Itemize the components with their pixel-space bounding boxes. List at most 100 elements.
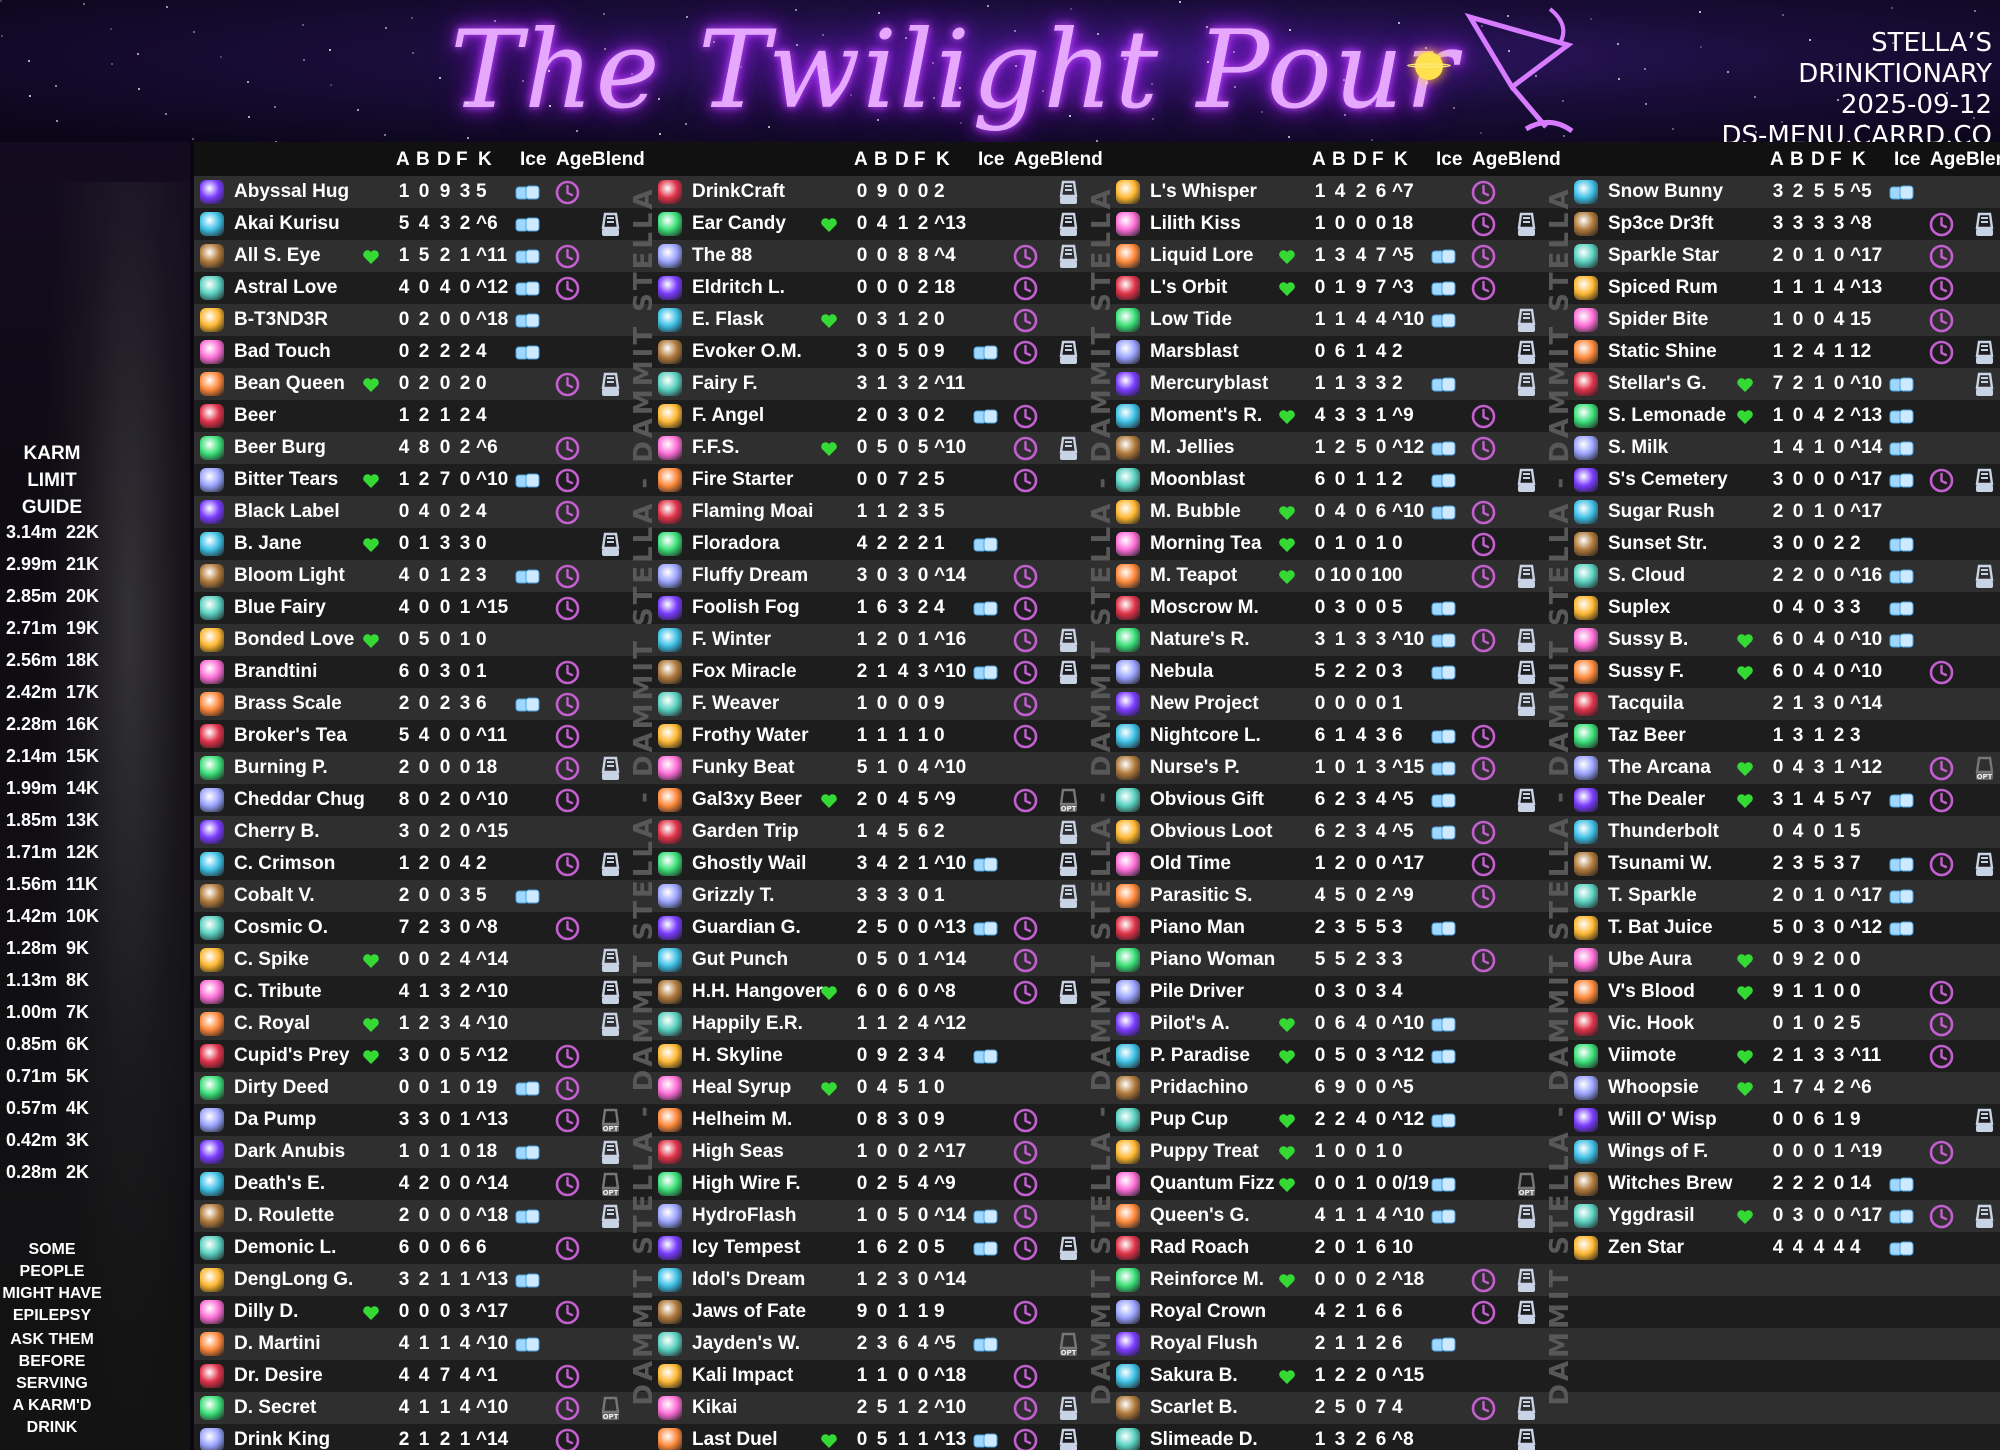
- drink-row[interactable]: Sakura B. 1 2 2 0 ^15: [1110, 1360, 1570, 1392]
- drink-row[interactable]: Kali Impact 1 1 0 0 ^18: [652, 1360, 1112, 1392]
- drink-row[interactable]: Royal Crown 4 2 1 6 6: [1110, 1296, 1570, 1328]
- drink-row[interactable]: Bean Queen 0 2 0 2 0: [194, 368, 654, 400]
- drink-row[interactable]: S. Lemonade 1 0 4 2 ^13: [1568, 400, 2000, 432]
- drink-row[interactable]: D. Roulette 2 0 0 0 ^18: [194, 1200, 654, 1232]
- drink-row[interactable]: Fluffy Dream 3 0 3 0 ^14: [652, 560, 1112, 592]
- drink-row[interactable]: Moment's R. 4 3 3 1 ^9: [1110, 400, 1570, 432]
- drink-row[interactable]: Cherry B. 3 0 2 0 ^15: [194, 816, 654, 848]
- drink-row[interactable]: T. Bat Juice 5 0 3 0 ^12: [1568, 912, 2000, 944]
- drink-row[interactable]: Ube Aura 0 9 2 0 0: [1568, 944, 2000, 976]
- drink-row[interactable]: Astral Love 4 0 4 0 ^12: [194, 272, 654, 304]
- drink-row[interactable]: Jayden's W. 2 3 6 4 ^5 OPT: [652, 1328, 1112, 1360]
- drink-row[interactable]: Dirty Deed 0 0 1 0 19: [194, 1072, 654, 1104]
- drink-row[interactable]: Akai Kurisu 5 4 3 2 ^6: [194, 208, 654, 240]
- drink-row[interactable]: Cupid's Prey 3 0 0 5 ^12: [194, 1040, 654, 1072]
- drink-row[interactable]: Slimeade D. 1 3 2 6 ^8: [1110, 1424, 1570, 1450]
- drink-row[interactable]: Sparkle Star 2 0 1 0 ^17: [1568, 240, 2000, 272]
- drink-row[interactable]: Old Time 1 2 0 0 ^17: [1110, 848, 1570, 880]
- drink-row[interactable]: Piano Man 2 3 5 5 3: [1110, 912, 1570, 944]
- drink-row[interactable]: Spider Bite 1 0 0 4 15: [1568, 304, 2000, 336]
- drink-row[interactable]: Rad Roach 2 0 1 6 10: [1110, 1232, 1570, 1264]
- drink-row[interactable]: Abyssal Hug 1 0 9 3 5: [194, 176, 654, 208]
- drink-row[interactable]: DengLong G. 3 2 1 1 ^13: [194, 1264, 654, 1296]
- drink-row[interactable]: Yggdrasil 0 3 0 0 ^17: [1568, 1200, 2000, 1232]
- drink-row[interactable]: C. Royal 1 2 3 4 ^10: [194, 1008, 654, 1040]
- drink-row[interactable]: Nurse's P. 1 0 1 3 ^15: [1110, 752, 1570, 784]
- drink-row[interactable]: Icy Tempest 1 6 2 0 5: [652, 1232, 1112, 1264]
- drink-row[interactable]: Heal Syrup 0 4 5 1 0: [652, 1072, 1112, 1104]
- drink-row[interactable]: E. Flask 0 3 1 2 0: [652, 304, 1112, 336]
- drink-row[interactable]: Queen's G. 4 1 1 4 ^10: [1110, 1200, 1570, 1232]
- drink-row[interactable]: Nightcore L. 6 1 4 3 6: [1110, 720, 1570, 752]
- drink-row[interactable]: Helheim M. 0 8 3 0 9: [652, 1104, 1112, 1136]
- drink-row[interactable]: Moonblast 6 0 1 1 2: [1110, 464, 1570, 496]
- drink-row[interactable]: DrinkCraft 0 9 0 0 2: [652, 176, 1112, 208]
- drink-row[interactable]: Blue Fairy 4 0 0 1 ^15: [194, 592, 654, 624]
- drink-row[interactable]: H. Skyline 0 9 2 3 4: [652, 1040, 1112, 1072]
- drink-row[interactable]: Pup Cup 2 2 4 0 ^12: [1110, 1104, 1570, 1136]
- drink-row[interactable]: Funky Beat 5 1 0 4 ^10: [652, 752, 1112, 784]
- drink-row[interactable]: The 88 0 0 8 8 ^4: [652, 240, 1112, 272]
- drink-row[interactable]: Burning P. 2 0 0 0 18: [194, 752, 654, 784]
- drink-row[interactable]: Floradora 4 2 2 2 1: [652, 528, 1112, 560]
- drink-row[interactable]: Sussy F. 6 0 4 0 ^10: [1568, 656, 2000, 688]
- drink-row[interactable]: Sp3ce Dr3ft 3 3 3 3 ^8: [1568, 208, 2000, 240]
- drink-row[interactable]: Static Shine 1 2 4 1 12: [1568, 336, 2000, 368]
- drink-row[interactable]: Reinforce M. 0 0 0 2 ^18: [1110, 1264, 1570, 1296]
- drink-row[interactable]: S's Cemetery 3 0 0 0 ^17: [1568, 464, 2000, 496]
- drink-row[interactable]: Flaming Moai 1 1 2 3 5: [652, 496, 1112, 528]
- drink-row[interactable]: Last Duel 0 5 1 1 ^13: [652, 1424, 1112, 1450]
- drink-row[interactable]: Nebula 5 2 2 0 3: [1110, 656, 1570, 688]
- drink-row[interactable]: L's Whisper 1 4 2 6 ^7: [1110, 176, 1570, 208]
- drink-row[interactable]: The Arcana 0 4 3 1 ^12 OPT: [1568, 752, 2000, 784]
- drink-row[interactable]: Brandtini 6 0 3 0 1: [194, 656, 654, 688]
- drink-row[interactable]: The Dealer 3 1 4 5 ^7: [1568, 784, 2000, 816]
- drink-row[interactable]: Parasitic S. 4 5 0 2 ^9: [1110, 880, 1570, 912]
- drink-row[interactable]: T. Sparkle 2 0 1 0 ^17: [1568, 880, 2000, 912]
- drink-row[interactable]: Gut Punch 0 5 0 1 ^14: [652, 944, 1112, 976]
- drink-row[interactable]: Witches Brew 2 2 2 0 14: [1568, 1168, 2000, 1200]
- drink-row[interactable]: All S. Eye 1 5 2 1 ^11: [194, 240, 654, 272]
- drink-row[interactable]: Low Tide 1 1 4 4 ^10: [1110, 304, 1570, 336]
- drink-row[interactable]: Bitter Tears 1 2 7 0 ^10: [194, 464, 654, 496]
- drink-row[interactable]: Tacquila 2 1 3 0 ^14: [1568, 688, 2000, 720]
- drink-row[interactable]: Black Label 0 4 0 2 4: [194, 496, 654, 528]
- drink-row[interactable]: Vic. Hook 0 1 0 2 5: [1568, 1008, 2000, 1040]
- drink-row[interactable]: Cobalt V. 2 0 0 3 5: [194, 880, 654, 912]
- drink-row[interactable]: Thunderbolt 0 4 0 1 5: [1568, 816, 2000, 848]
- drink-row[interactable]: Sugar Rush 2 0 1 0 ^17: [1568, 496, 2000, 528]
- drink-row[interactable]: Pile Driver 0 3 0 3 4: [1110, 976, 1570, 1008]
- drink-row[interactable]: Garden Trip 1 4 5 6 2: [652, 816, 1112, 848]
- drink-row[interactable]: B-T3ND3R 0 2 0 0 ^18: [194, 304, 654, 336]
- drink-row[interactable]: Obvious Loot 6 2 3 4 ^5: [1110, 816, 1570, 848]
- drink-row[interactable]: H.H. Hangover 6 0 6 0 ^8: [652, 976, 1112, 1008]
- drink-row[interactable]: B. Jane 0 1 3 3 0: [194, 528, 654, 560]
- drink-row[interactable]: Cosmic O. 7 2 3 0 ^8: [194, 912, 654, 944]
- drink-row[interactable]: Kikai 2 5 1 2 ^10: [652, 1392, 1112, 1424]
- drink-row[interactable]: L's Orbit 0 1 9 7 ^3: [1110, 272, 1570, 304]
- drink-row[interactable]: Taz Beer 1 3 1 2 3: [1568, 720, 2000, 752]
- drink-row[interactable]: Pridachino 6 9 0 0 ^5: [1110, 1072, 1570, 1104]
- drink-row[interactable]: Piano Woman 5 5 2 3 3: [1110, 944, 1570, 976]
- drink-row[interactable]: M. Bubble 0 4 0 6 ^10: [1110, 496, 1570, 528]
- drink-row[interactable]: M. Teapot 0 10 0 10 0: [1110, 560, 1570, 592]
- drink-row[interactable]: Bonded Love 0 5 0 1 0: [194, 624, 654, 656]
- drink-row[interactable]: Drink King 2 1 2 1 ^14: [194, 1424, 654, 1450]
- drink-row[interactable]: Lilith Kiss 1 0 0 0 18: [1110, 208, 1570, 240]
- drink-row[interactable]: F. Weaver 1 0 0 0 9: [652, 688, 1112, 720]
- drink-row[interactable]: Morning Tea 0 1 0 1 0: [1110, 528, 1570, 560]
- drink-row[interactable]: High Seas 1 0 0 2 ^17: [652, 1136, 1112, 1168]
- drink-row[interactable]: Frothy Water 1 1 1 1 0: [652, 720, 1112, 752]
- drink-row[interactable]: Death's E. 4 2 0 0 ^14 OPT: [194, 1168, 654, 1200]
- drink-row[interactable]: High Wire F. 0 2 5 4 ^9: [652, 1168, 1112, 1200]
- drink-row[interactable]: Eldritch L. 0 0 0 2 18: [652, 272, 1112, 304]
- drink-row[interactable]: Cheddar Chug 8 0 2 0 ^10: [194, 784, 654, 816]
- drink-row[interactable]: Sunset Str. 3 0 0 2 2: [1568, 528, 2000, 560]
- drink-row[interactable]: Will O' Wisp 0 0 6 1 9: [1568, 1104, 2000, 1136]
- drink-row[interactable]: P. Paradise 0 5 0 3 ^12: [1110, 1040, 1570, 1072]
- drink-row[interactable]: Zen Star 4 4 4 4 4: [1568, 1232, 2000, 1264]
- drink-row[interactable]: Da Pump 3 3 0 1 ^13 OPT: [194, 1104, 654, 1136]
- drink-row[interactable]: Whoopsie 1 7 4 2 ^6: [1568, 1072, 2000, 1104]
- drink-row[interactable]: Bloom Light 4 0 1 2 3: [194, 560, 654, 592]
- drink-row[interactable]: Moscrow M. 0 3 0 0 5: [1110, 592, 1570, 624]
